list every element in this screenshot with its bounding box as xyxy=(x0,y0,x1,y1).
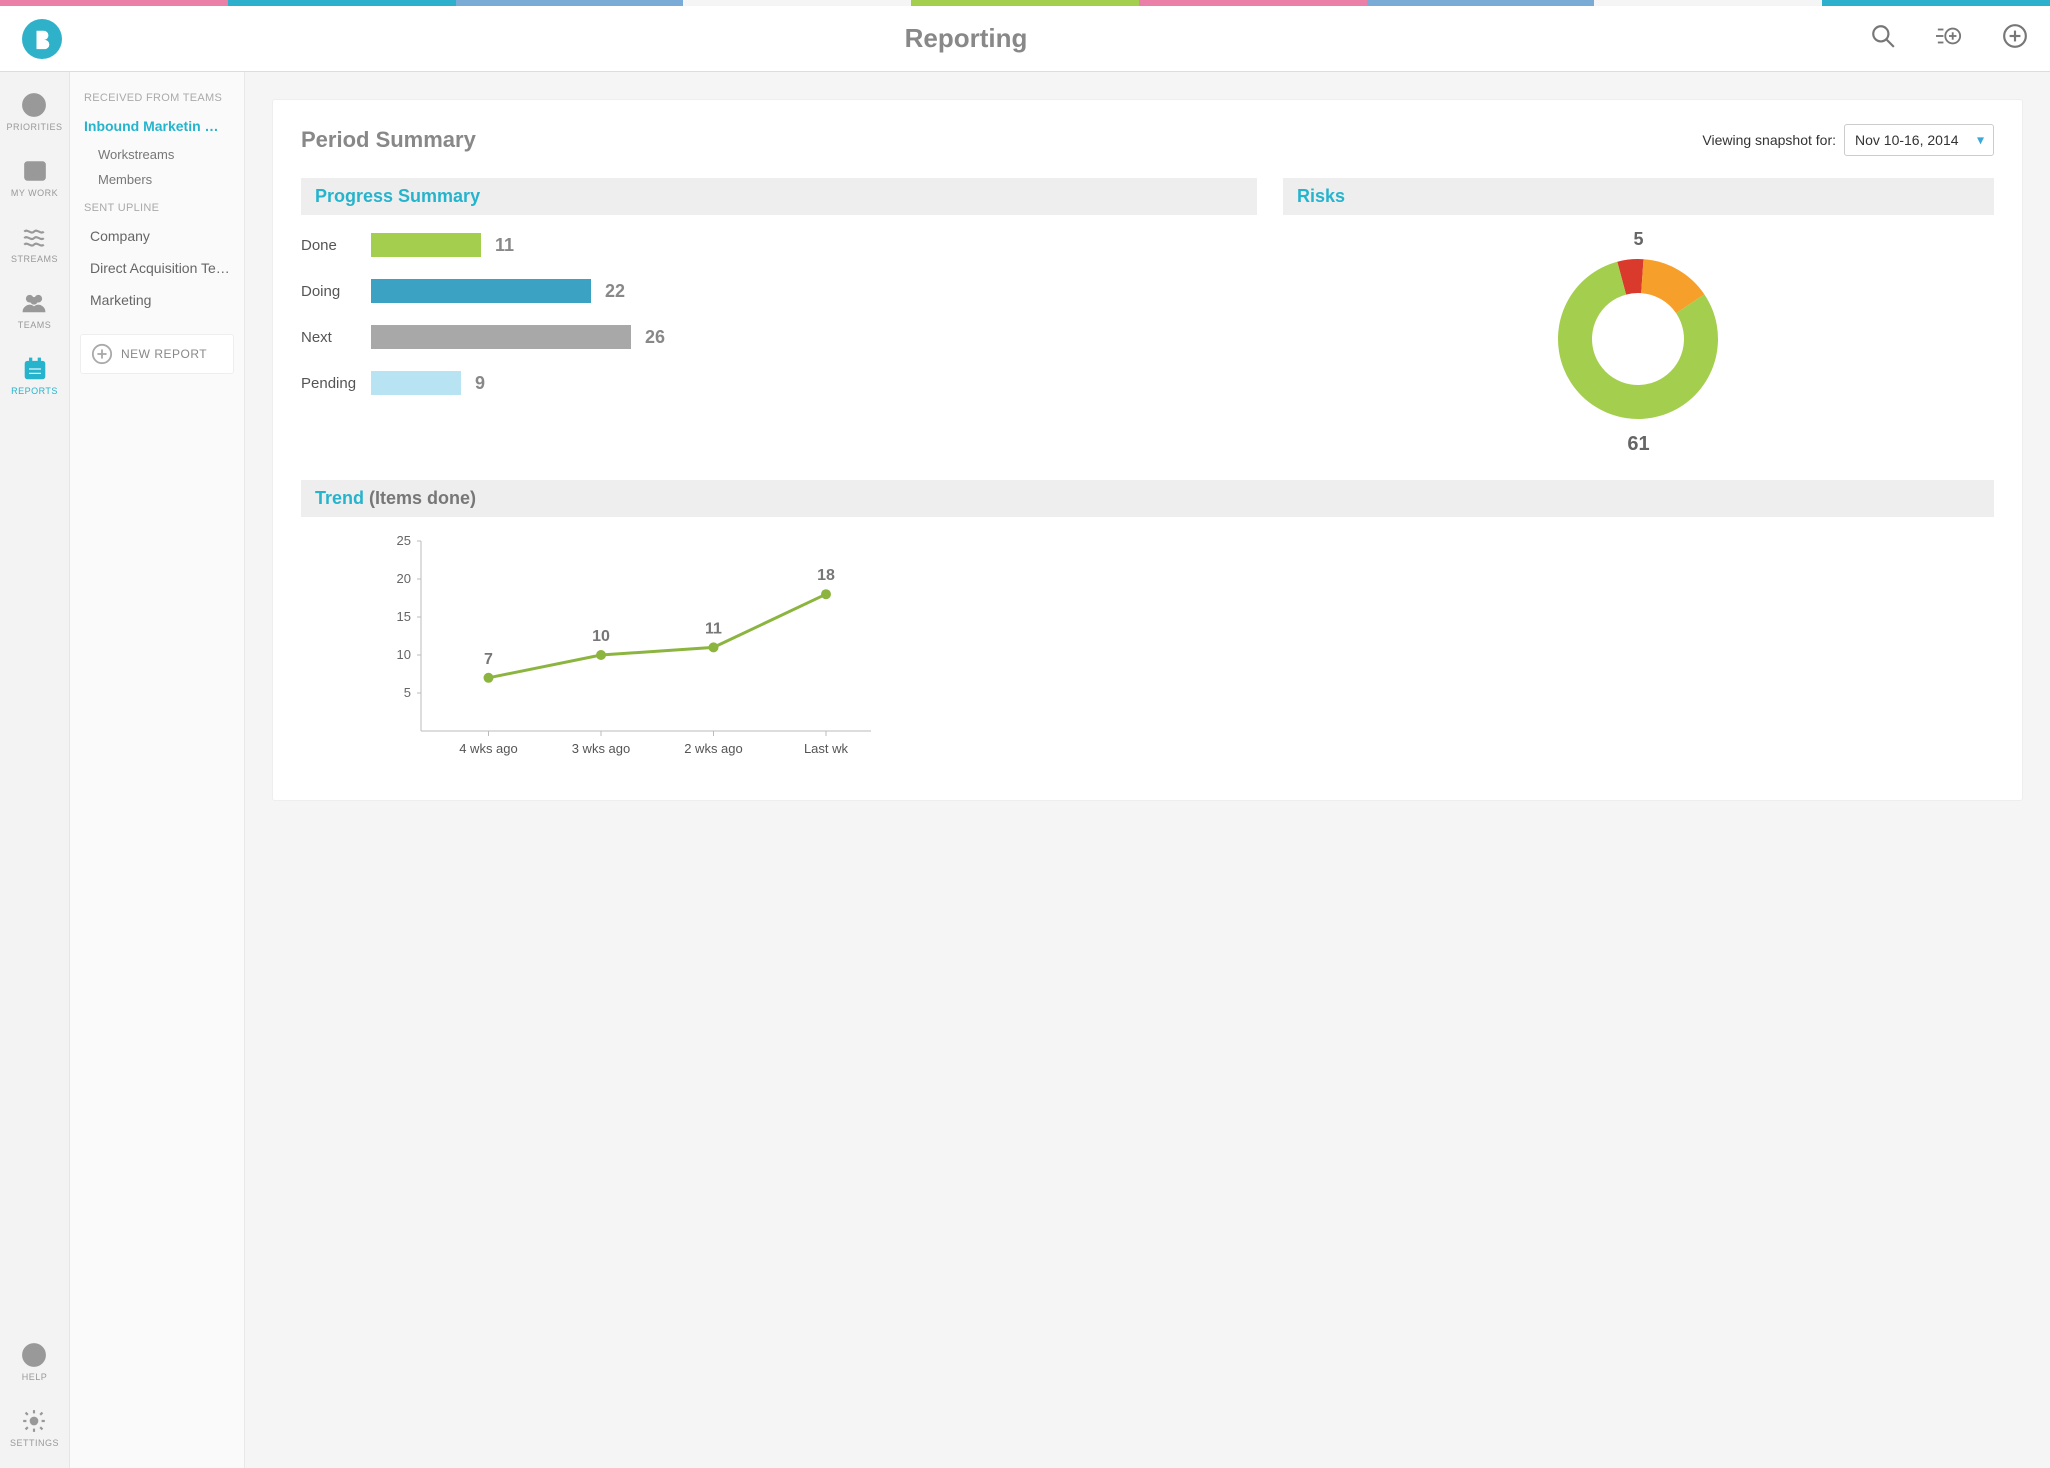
snapshot-label: Viewing snapshot for: xyxy=(1702,132,1836,148)
trend-chart: 5 10 15 20 25 4 wks ago 3 wks ago 2 wks ago Last… xyxy=(301,517,1994,776)
page-title: Reporting xyxy=(62,23,1870,54)
progress-value: 26 xyxy=(645,327,665,348)
progress-label: Next xyxy=(301,329,371,346)
progress-value: 22 xyxy=(605,281,625,302)
risks-header: Risks xyxy=(1283,178,1994,215)
rail-label: TEAMS xyxy=(18,320,52,330)
rail-label: PRIORITIES xyxy=(6,122,62,132)
trend-header: Trend (Items done) xyxy=(301,480,1994,517)
top-ribbon xyxy=(0,0,2050,6)
progress-label: Doing xyxy=(301,283,371,300)
rail-settings[interactable]: SETTINGS xyxy=(10,1408,59,1448)
rail-mywork[interactable]: MY WORK xyxy=(11,158,58,198)
progress-bar xyxy=(371,325,631,349)
svg-text:25: 25 xyxy=(397,533,411,548)
svg-text:11: 11 xyxy=(705,620,722,637)
svg-text:5: 5 xyxy=(404,685,411,700)
add-list-icon[interactable] xyxy=(1936,23,1962,54)
rail-label: HELP xyxy=(22,1372,48,1382)
search-icon[interactable] xyxy=(1870,23,1896,54)
svg-text:10: 10 xyxy=(397,647,411,662)
rail-label: MY WORK xyxy=(11,188,58,198)
svg-text:4 wks ago: 4 wks ago xyxy=(459,741,518,756)
trend-title: Trend xyxy=(315,488,364,508)
progress-summary-header: Progress Summary xyxy=(301,178,1257,215)
progress-value: 11 xyxy=(495,235,514,256)
svg-text:15: 15 xyxy=(397,609,411,624)
add-icon[interactable] xyxy=(2002,23,2028,54)
main-content: Period Summary Viewing snapshot for: Nov… xyxy=(245,72,2050,1468)
rail-streams[interactable]: STREAMS xyxy=(11,224,58,264)
progress-bar xyxy=(371,233,481,257)
rail-teams[interactable]: TEAMS xyxy=(18,290,52,330)
nav-link-marketing[interactable]: Marketing xyxy=(70,284,244,316)
rail-help[interactable]: HELP xyxy=(21,1342,47,1382)
period-summary-title: Period Summary xyxy=(301,127,1702,153)
app-logo[interactable] xyxy=(22,19,62,59)
nav-link-company[interactable]: Company xyxy=(70,220,244,252)
svg-text:Last wk: Last wk xyxy=(804,741,849,756)
risks-donut-chart xyxy=(1553,254,1723,429)
risks-bottom-value: 61 xyxy=(1283,433,1994,456)
progress-label: Done xyxy=(301,237,371,254)
new-report-button[interactable]: NEW REPORT xyxy=(80,334,234,374)
secondary-nav: RECEIVED FROM TEAMS Inbound Marketin … W… xyxy=(70,72,245,1468)
top-header: Reporting xyxy=(0,6,2050,72)
progress-bar xyxy=(371,371,461,395)
nav-sublink-members[interactable]: Members xyxy=(70,167,244,192)
svg-text:3 wks ago: 3 wks ago xyxy=(572,741,631,756)
rail-label: SETTINGS xyxy=(10,1438,59,1448)
svg-text:20: 20 xyxy=(397,571,411,586)
rail-reports[interactable]: REPORTS xyxy=(11,356,58,396)
progress-bar xyxy=(371,279,591,303)
nav-sublink-workstreams[interactable]: Workstreams xyxy=(70,142,244,167)
svg-text:7: 7 xyxy=(484,651,493,668)
rail-nav: PRIORITIES MY WORK STREAMS TEAMS REPORTS… xyxy=(0,72,70,1468)
svg-text:2 wks ago: 2 wks ago xyxy=(684,741,743,756)
trend-subtitle: (Items done) xyxy=(369,488,476,508)
rail-label: REPORTS xyxy=(11,386,58,396)
nav-group-received: RECEIVED FROM TEAMS xyxy=(70,82,244,110)
progress-rows: Done 11 Doing 22 Next 26 Pending 9 xyxy=(301,233,1257,395)
report-card: Period Summary Viewing snapshot for: Nov… xyxy=(273,100,2022,800)
new-report-label: NEW REPORT xyxy=(121,347,207,361)
snapshot-select[interactable]: Nov 10-16, 2014 xyxy=(1844,124,1994,156)
nav-group-sent: SENT UPLINE xyxy=(70,192,244,220)
progress-label: Pending xyxy=(301,375,371,392)
svg-text:10: 10 xyxy=(592,628,610,645)
svg-text:18: 18 xyxy=(817,567,835,584)
nav-link-inbound[interactable]: Inbound Marketin … xyxy=(70,110,244,142)
rail-priorities[interactable]: PRIORITIES xyxy=(6,92,62,132)
risks-top-value: 5 xyxy=(1283,229,1994,250)
rail-label: STREAMS xyxy=(11,254,58,264)
progress-value: 9 xyxy=(475,373,485,394)
nav-link-direct-acq[interactable]: Direct Acquisition Te… xyxy=(70,252,244,284)
